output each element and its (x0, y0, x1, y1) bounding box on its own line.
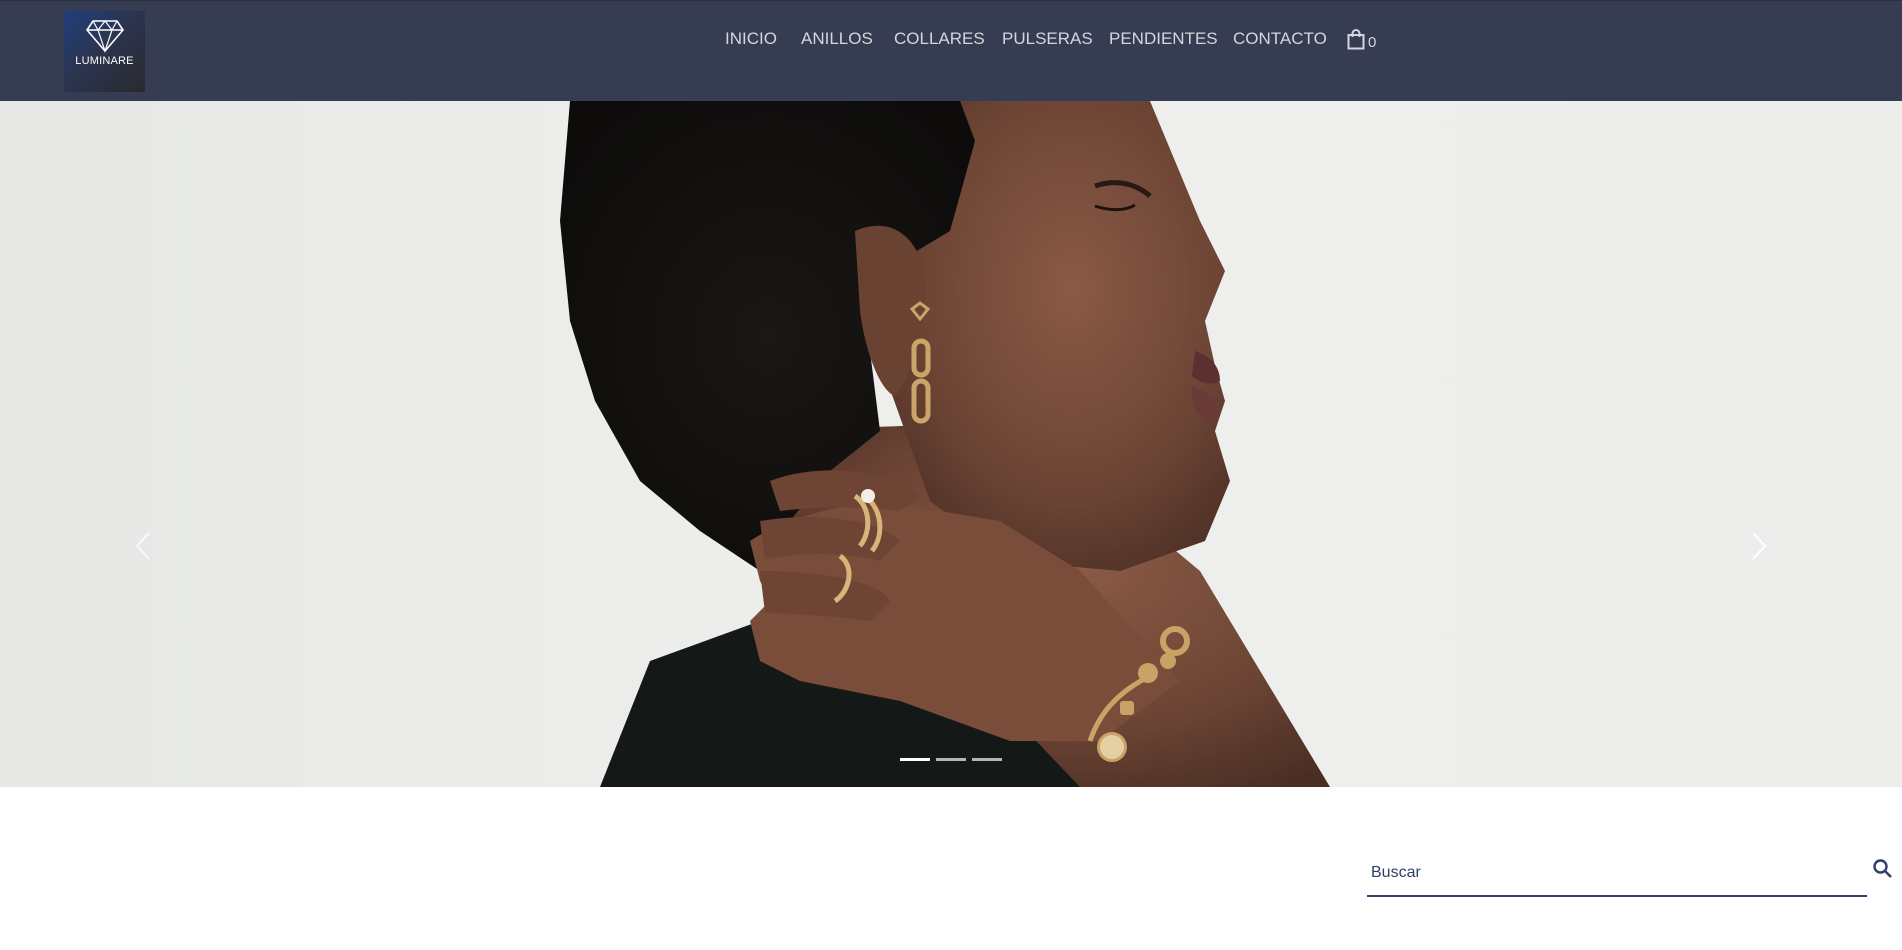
shopping-bag-icon (1347, 29, 1365, 50)
diamond-icon (85, 20, 124, 53)
nav-item-inicio[interactable]: INICIO (725, 29, 777, 49)
nav-item-contacto[interactable]: CONTACTO (1233, 29, 1327, 49)
search-input[interactable] (1369, 860, 1813, 886)
nav-item-collares[interactable]: COLLARES (894, 29, 985, 49)
nav-item-pendientes[interactable]: PENDIENTES (1109, 29, 1218, 49)
chevron-left-icon (135, 532, 150, 560)
nav-item-anillos[interactable]: ANILLOS (801, 29, 873, 49)
search-bar (1367, 850, 1867, 897)
search-icon[interactable] (1872, 858, 1894, 880)
carousel-indicator-2[interactable] (936, 758, 966, 761)
hero-carousel (0, 101, 1902, 787)
cart-count: 0 (1368, 34, 1377, 51)
carousel-indicator-3[interactable] (972, 758, 1002, 761)
carousel-indicators (900, 758, 1002, 761)
brand-name: LUMINARE (75, 55, 134, 67)
carousel-next-button[interactable] (1744, 521, 1774, 571)
nav-item-pulseras[interactable]: PULSERAS (1002, 29, 1093, 49)
chevron-right-icon (1752, 532, 1767, 560)
brand-logo[interactable]: LUMINARE (64, 11, 145, 92)
site-header: LUMINARE INICIO ANILLOS COLLARES PULSERA… (0, 0, 1902, 101)
carousel-indicator-1[interactable] (900, 758, 930, 761)
section-heading (850, 920, 1050, 950)
cart-button[interactable]: 0 (1347, 29, 1376, 50)
hero-image (560, 101, 1330, 787)
carousel-prev-button[interactable] (128, 521, 158, 571)
